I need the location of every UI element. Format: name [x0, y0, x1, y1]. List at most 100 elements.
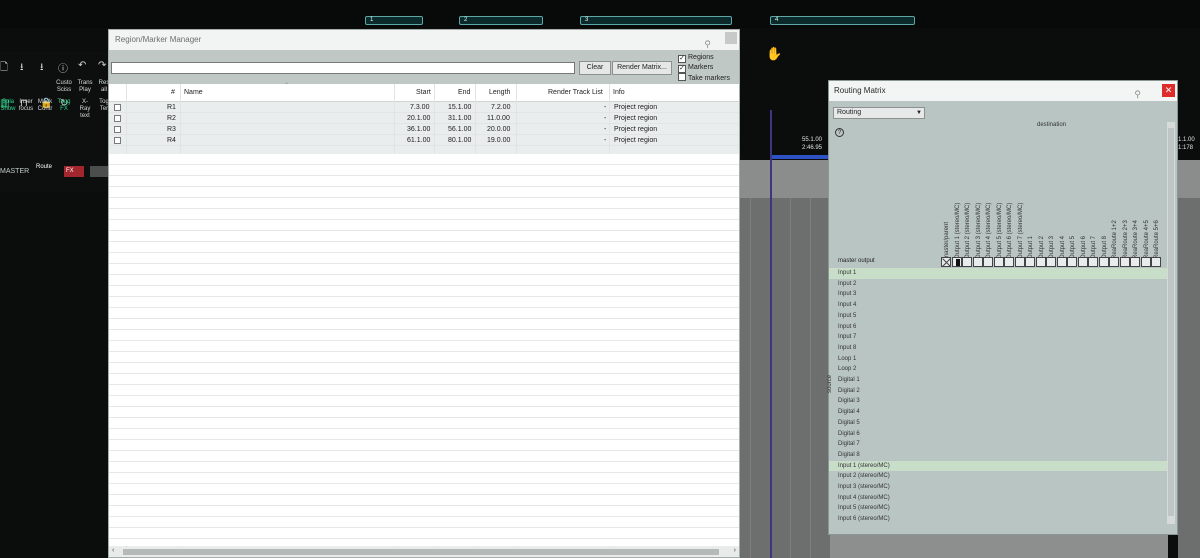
- source-row[interactable]: Digital 2: [829, 386, 1167, 397]
- table-empty-area[interactable]: [109, 154, 739, 546]
- row-checkbox[interactable]: [114, 104, 121, 111]
- source-row[interactable]: Input 3: [829, 289, 1167, 300]
- source-row[interactable]: Input 7: [829, 332, 1167, 343]
- routing-cell[interactable]: [983, 257, 993, 267]
- clear-button[interactable]: Clear: [579, 61, 611, 75]
- source-row[interactable]: Digital 4: [829, 407, 1167, 418]
- io-button[interactable]: [90, 166, 108, 177]
- cell-render[interactable]: -: [604, 124, 606, 135]
- time-selection[interactable]: [770, 155, 830, 159]
- arrange-view-right[interactable]: [1178, 198, 1200, 558]
- source-row[interactable]: Input 5 (stereo/MC): [829, 503, 1167, 514]
- table-row[interactable]: R2 20.1.00 31.1.00 11.0.00 - Project reg…: [109, 113, 739, 124]
- region-marker-4[interactable]: 4: [770, 16, 915, 25]
- close-button[interactable]: [725, 32, 737, 44]
- col-header-name[interactable]: Name: [184, 84, 203, 102]
- routing-cell[interactable]: [1046, 257, 1056, 267]
- col-header-start[interactable]: Start: [416, 84, 431, 102]
- toolbar-label-inser[interactable]: Inser focus: [18, 99, 34, 113]
- cell-end[interactable]: 15.1.00: [448, 102, 471, 113]
- routing-cell[interactable]: [1119, 257, 1130, 267]
- table-row[interactable]: R4 61.1.00 80.1.00 19.0.00 - Project reg…: [109, 135, 739, 146]
- cell-render[interactable]: -: [604, 135, 606, 146]
- row-checkbox[interactable]: [114, 137, 121, 144]
- cell-start[interactable]: 7.3.00: [410, 102, 429, 113]
- routing-cell[interactable]: [951, 257, 962, 267]
- open-icon[interactable]: ⭳: [20, 60, 24, 77]
- routing-cell[interactable]: [1140, 257, 1151, 267]
- cell-length[interactable]: 20.0.00: [487, 124, 510, 135]
- scrollbar-thumb[interactable]: [1168, 128, 1174, 516]
- source-row[interactable]: Digital 5: [829, 418, 1167, 429]
- toolbar-label-xray[interactable]: X-Ray text: [77, 99, 93, 120]
- col-header-number[interactable]: #: [171, 84, 175, 102]
- horizontal-scrollbar[interactable]: ‹ ›: [109, 547, 739, 557]
- source-row[interactable]: Input 2 (stereo/MC): [829, 471, 1167, 482]
- source-row[interactable]: Input 6 (stereo/MC): [829, 514, 1167, 525]
- routing-cell[interactable]: [1130, 257, 1140, 267]
- cell-end[interactable]: 31.1.00: [448, 113, 471, 124]
- source-row[interactable]: Digital 6: [829, 429, 1167, 440]
- routing-cell[interactable]: [1151, 257, 1161, 267]
- cell-length[interactable]: 19.0.00: [487, 135, 510, 146]
- arrange-view-bottom[interactable]: [830, 535, 1168, 558]
- region-marker-3[interactable]: 3: [580, 16, 732, 25]
- routing-cell[interactable]: [1056, 257, 1067, 267]
- master-track-label[interactable]: MASTER: [0, 168, 29, 175]
- routing-mode-select[interactable]: Routing ▼: [833, 107, 925, 119]
- cell-render[interactable]: -: [604, 113, 606, 124]
- col-header-length[interactable]: Length: [489, 84, 510, 102]
- toolbar-label-spla[interactable]: Spla Show: [0, 99, 16, 113]
- arrange-view[interactable]: [740, 198, 830, 558]
- scrollbar-thumb[interactable]: [123, 549, 719, 555]
- cell-start[interactable]: 36.1.00: [407, 124, 430, 135]
- regions-checkbox[interactable]: ✓ Regions: [678, 53, 714, 63]
- render-matrix-button[interactable]: Render Matrix...: [612, 61, 672, 75]
- routing-cell[interactable]: [1077, 257, 1088, 267]
- table-row[interactable]: R1 7.3.00 15.1.00 7.2.00 - Project regio…: [109, 102, 739, 113]
- col-header-end[interactable]: End: [458, 84, 470, 102]
- routing-cell[interactable]: [1098, 257, 1109, 267]
- filter-input[interactable]: [111, 62, 575, 74]
- row-checkbox[interactable]: [114, 126, 121, 133]
- source-row[interactable]: Digital 1: [829, 375, 1167, 386]
- scroll-right-icon[interactable]: ›: [734, 547, 736, 554]
- source-row[interactable]: Input 4 (stereo/MC): [829, 493, 1167, 504]
- window-titlebar[interactable]: Routing Matrix ⚲ ✕: [829, 81, 1177, 101]
- cell-length[interactable]: 7.2.00: [491, 102, 510, 113]
- toolbar-label-mack[interactable]: Mack Contr: [37, 99, 53, 113]
- route-button[interactable]: Route: [36, 164, 56, 178]
- source-row[interactable]: Input 8: [829, 343, 1167, 354]
- redo-icon[interactable]: ↷: [98, 60, 106, 71]
- routing-cell[interactable]: [1109, 257, 1119, 267]
- cell-start[interactable]: 61.1.00: [407, 135, 430, 146]
- cell-end[interactable]: 80.1.00: [448, 135, 471, 146]
- source-row[interactable]: Input 3 (stereo/MC): [829, 482, 1167, 493]
- source-row[interactable]: Input 5: [829, 311, 1167, 322]
- toolbar-label-trans[interactable]: Trans Play: [77, 80, 93, 94]
- routing-cell[interactable]: [1004, 257, 1014, 267]
- toolbar-label-togg[interactable]: Togg FX: [56, 99, 72, 113]
- cell-length[interactable]: 11.0.00: [487, 113, 510, 124]
- region-marker-1[interactable]: 1: [365, 16, 423, 25]
- source-row[interactable]: Loop 2: [829, 364, 1167, 375]
- source-row[interactable]: Digital 8: [829, 450, 1167, 461]
- arrange-ruler-area-right[interactable]: [1178, 160, 1200, 198]
- source-row[interactable]: Input 1 (stereo/MC): [829, 460, 1167, 472]
- routing-cell[interactable]: [1067, 257, 1077, 267]
- undo-icon[interactable]: ↶: [78, 60, 86, 71]
- region-marker-2[interactable]: 2: [459, 16, 543, 25]
- help-icon[interactable]: ?: [835, 128, 844, 137]
- scroll-left-icon[interactable]: ‹: [112, 547, 114, 554]
- take-markers-checkbox[interactable]: Take markers: [678, 73, 730, 83]
- window-titlebar[interactable]: Region/Marker Manager ⚲: [109, 30, 739, 50]
- source-row[interactable]: Digital 3: [829, 396, 1167, 407]
- table-row[interactable]: R3 36.1.00 56.1.00 20.0.00 - Project reg…: [109, 124, 739, 135]
- source-row[interactable]: Loop 1: [829, 354, 1167, 365]
- arrange-ruler-area[interactable]: [740, 160, 830, 198]
- routing-cell[interactable]: [972, 257, 983, 267]
- source-row[interactable]: Input 1: [829, 268, 1167, 279]
- new-file-icon[interactable]: 🗋: [0, 60, 8, 77]
- cell-render[interactable]: -: [604, 102, 606, 113]
- markers-checkbox[interactable]: ✓ Markers: [678, 63, 713, 73]
